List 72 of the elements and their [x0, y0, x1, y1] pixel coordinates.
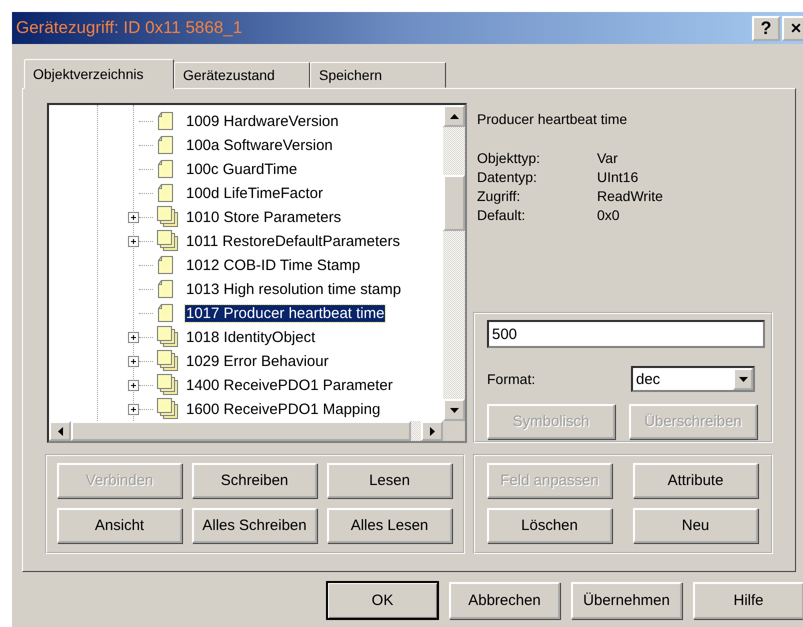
tree-item[interactable]: 1010 Store Parameters	[185, 208, 342, 226]
document-icon	[157, 135, 175, 155]
property-label: Objekttyp:	[477, 149, 542, 168]
scrollbar-corner	[443, 421, 465, 441]
left-arrow-icon[interactable]	[58, 426, 62, 436]
help-button[interactable]: ?	[752, 16, 780, 40]
dialog-button[interactable]: Abbrechen	[449, 582, 560, 619]
action-button[interactable]: Attribute	[633, 463, 758, 498]
document-icon	[157, 303, 175, 323]
right-arrow-icon[interactable]	[430, 426, 434, 436]
tree-item[interactable]: 1600 ReceivePDO1 Mapping	[185, 400, 382, 418]
property-value: UInt16	[597, 168, 640, 187]
expand-icon[interactable]	[128, 404, 139, 414]
dropdown-arrow-icon	[738, 376, 748, 382]
tree-item[interactable]: 1011 RestoreDefaultParameters	[185, 232, 401, 250]
property-value: ReadWrite	[597, 187, 664, 206]
expand-icon[interactable]	[128, 332, 139, 342]
stacked-folder-icon	[157, 350, 179, 372]
scroll-thumb[interactable]	[443, 175, 465, 231]
expand-icon[interactable]	[128, 380, 139, 390]
tree-item[interactable]: 100d LifeTimeFactor	[185, 184, 324, 202]
tab[interactable]: Speichern	[310, 62, 446, 88]
object-title: Producer heartbeat time	[477, 110, 628, 127]
tree-item[interactable]: 1009 HardwareVersion	[185, 112, 340, 130]
tree-item[interactable]: 1012 COB-ID Time Stamp	[185, 256, 362, 274]
document-icon	[157, 279, 175, 299]
tree-item[interactable]: 1017 Producer heartbeat time	[185, 304, 386, 322]
vertical-scrollbar[interactable]	[443, 105, 465, 421]
tree-item[interactable]: 1013 High resolution time stamp	[185, 280, 402, 298]
dialog-button[interactable]: OK	[327, 582, 438, 619]
dialog-button[interactable]: Übernehmen	[571, 582, 682, 619]
action-button[interactable]: Schreiben	[192, 463, 317, 498]
property-label: Datentyp:	[477, 168, 538, 187]
stacked-folder-icon	[157, 398, 179, 420]
document-icon	[157, 255, 175, 275]
tree-item[interactable]: 1029 Error Behaviour	[185, 352, 330, 370]
tree-item[interactable]: 100c GuardTime	[185, 160, 298, 178]
tree-item[interactable]: 1018 IdentityObject	[185, 328, 316, 346]
value-field[interactable]: 500	[487, 320, 765, 348]
stacked-folder-icon	[157, 230, 179, 252]
action-button[interactable]: Neu	[633, 508, 758, 543]
expand-icon[interactable]	[128, 212, 139, 222]
action-button[interactable]: Alles Lesen	[327, 508, 452, 543]
horizontal-scrollbar[interactable]	[49, 421, 465, 441]
expand-icon[interactable]	[128, 236, 139, 246]
tab[interactable]: Objektverzeichnis	[24, 59, 174, 89]
document-icon	[157, 111, 175, 131]
action-button[interactable]: Löschen	[487, 508, 612, 543]
document-icon	[157, 183, 175, 203]
tab[interactable]: Gerätezustand	[174, 62, 310, 88]
action-button[interactable]: Lesen	[327, 463, 452, 498]
close-button[interactable]: ×	[782, 16, 803, 40]
up-arrow-icon[interactable]	[450, 114, 458, 118]
stacked-folder-icon	[157, 206, 179, 228]
dialog-button[interactable]: Hilfe	[693, 582, 803, 619]
tree-item[interactable]: 1400 ReceivePDO1 Parameter	[185, 376, 394, 394]
format-dropdown[interactable]: dec	[631, 366, 755, 392]
action-button[interactable]: Alles Schreiben	[192, 508, 317, 543]
action-button[interactable]: Ansicht	[57, 508, 182, 543]
document-icon	[157, 159, 175, 179]
property-label: Default:	[477, 206, 526, 225]
stacked-folder-icon	[157, 374, 179, 396]
stacked-folder-icon	[157, 326, 179, 348]
expand-icon[interactable]	[128, 356, 139, 366]
property-label: Zugriff:	[477, 187, 522, 206]
tree-item[interactable]: 100a SoftwareVersion	[185, 136, 334, 154]
window-title: Gerätezugriff: ID 0x11 5868_1	[16, 18, 242, 38]
property-value: Var	[597, 149, 619, 168]
scroll-thumb[interactable]	[71, 421, 411, 441]
property-value: 0x0	[597, 206, 621, 225]
down-arrow-icon[interactable]	[450, 408, 458, 412]
format-label: Format:	[487, 371, 536, 387]
